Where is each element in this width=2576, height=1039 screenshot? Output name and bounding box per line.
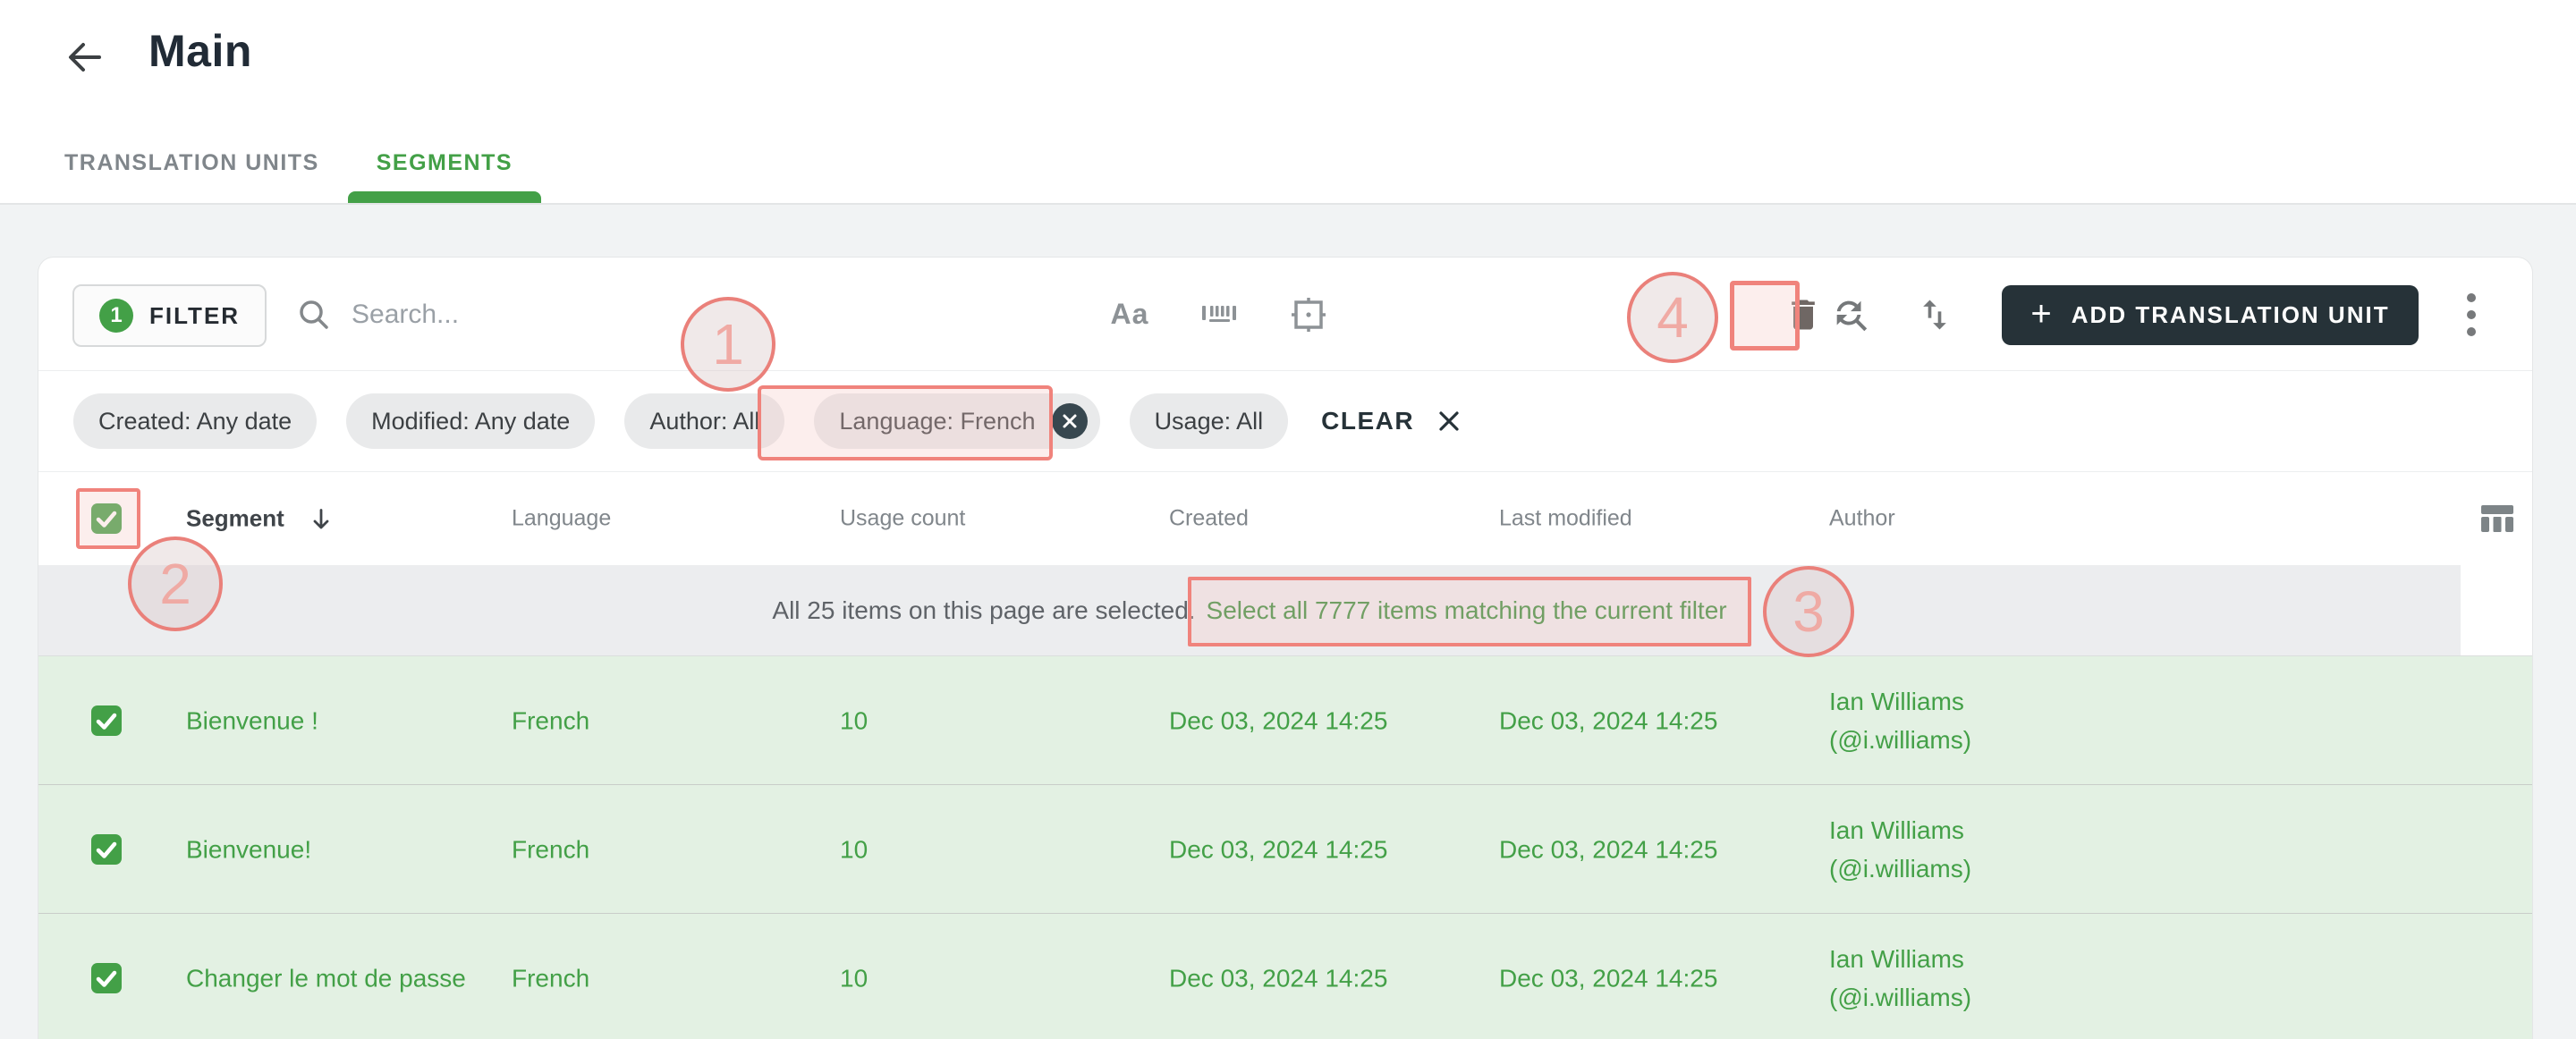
column-header-usage-count[interactable]: Usage count [840,506,965,532]
usage-count-cell: 10 [840,706,869,734]
whole-word-icon [1199,294,1240,335]
chip-remove-button[interactable] [1051,403,1088,439]
sort-desc-icon [308,505,335,532]
find-replace-icon [1830,294,1871,335]
filter-chip-usage[interactable]: Usage: All [1129,393,1289,449]
author-handle: (@i.williams) [1829,725,1972,754]
author-cell: Ian Williams (@i.williams) [1829,682,1971,759]
annotation-box-delete-button [1730,281,1800,351]
last-modified-cell: Dec 03, 2024 14:25 [1499,835,1718,863]
column-header-segment[interactable]: Segment [186,505,335,533]
table-row[interactable]: Bienvenue ! French 10 Dec 03, 2024 14:25… [38,655,2532,784]
author-cell: Ian Williams (@i.williams) [1829,940,1971,1017]
usage-count-cell: 10 [840,964,869,992]
plus-icon: + [2030,293,2052,334]
usage-count-cell: 10 [840,835,869,863]
arrow-left-icon [64,37,105,78]
kebab-icon [2467,292,2476,302]
toolbar: 1 FILTER Aa [38,258,2532,371]
tab-bar: TRANSLATION UNITS SEGMENTS [36,134,542,205]
column-header-author[interactable]: Author [1829,506,1895,532]
page-title: Main [148,26,252,76]
author-name: Ian Williams [1829,944,1964,973]
filter-button[interactable]: 1 FILTER [72,284,267,347]
column-header-created[interactable]: Created [1169,506,1249,532]
annotation-circle-1: 1 [681,297,775,392]
column-header-language[interactable]: Language [512,506,611,532]
author-name: Ian Williams [1829,815,1964,844]
last-modified-cell: Dec 03, 2024 14:25 [1499,706,1718,734]
row-checkbox[interactable] [91,962,122,993]
language-cell: French [512,706,590,734]
column-header-last-modified[interactable]: Last modified [1499,506,1632,532]
filter-chip-modified[interactable]: Modified: Any date [346,393,596,449]
search-icon [296,297,332,333]
table-row[interactable]: Changer le mot de passe French 10 Dec 03… [38,913,2532,1039]
last-modified-cell: Dec 03, 2024 14:25 [1499,964,1718,992]
checkmark-icon [96,713,117,730]
close-icon [1063,414,1077,428]
table-row[interactable]: Bienvenue! French 10 Dec 03, 2024 14:25 … [38,784,2532,913]
created-cell: Dec 03, 2024 14:25 [1169,964,1388,992]
selection-banner-text: All 25 items on this page are selected. [772,596,1196,624]
checkmark-icon [96,841,117,858]
match-case-icon: Aa [1110,298,1149,330]
author-name: Ian Williams [1829,687,1964,715]
created-cell: Dec 03, 2024 14:25 [1169,835,1388,863]
columns-icon [2477,498,2518,539]
language-cell: French [512,835,590,863]
author-handle: (@i.williams) [1829,854,1972,883]
row-checkbox[interactable] [91,833,122,865]
back-button[interactable] [59,32,109,82]
close-icon [1436,408,1462,435]
author-cell: Ian Williams (@i.williams) [1829,811,1971,888]
more-options-button[interactable] [2452,258,2491,371]
filter-chip-created[interactable]: Created: Any date [73,393,318,449]
match-case-toggle[interactable]: Aa [1108,293,1151,336]
annotation-box-select-all-link [1188,577,1751,646]
created-cell: Dec 03, 2024 14:25 [1169,706,1388,734]
sort-button[interactable] [1915,258,1954,371]
segment-cell: Changer le mot de passe [186,964,466,992]
language-cell: French [512,964,590,992]
column-settings-button[interactable] [2477,498,2518,539]
tab-segments[interactable]: SEGMENTS [347,134,542,205]
author-handle: (@i.williams) [1829,983,1972,1011]
checkmark-icon [96,970,117,987]
segment-cell: Bienvenue! [186,835,312,863]
tab-translation-units[interactable]: TRANSLATION UNITS [36,134,348,204]
annotation-circle-2: 2 [128,536,223,631]
segments-panel: 1 FILTER Aa [38,257,2533,1039]
table-header-row: Segment Language Usage count Created Las… [38,472,2532,565]
search-box [296,258,638,371]
search-mode-toggles: Aa [1108,258,1330,371]
annotation-box-language-chip [758,385,1053,460]
row-checkbox[interactable] [91,705,122,736]
filter-count-badge: 1 [99,299,133,333]
search-input[interactable] [352,299,638,330]
whole-word-toggle[interactable] [1198,293,1241,336]
annotation-circle-3: 3 [1763,566,1854,657]
add-translation-unit-button[interactable]: + ADD TRANSLATION UNIT [2002,285,2419,345]
active-filters-bar: Created: Any date Modified: Any date Aut… [38,371,2532,472]
clear-filters-button[interactable]: CLEAR [1321,407,1462,435]
segment-cell: Bienvenue ! [186,706,318,734]
find-replace-button[interactable] [1830,258,1871,371]
annotation-box-select-all-checkbox [76,488,140,549]
sort-arrows-icon [1915,295,1954,334]
exact-match-toggle[interactable] [1287,293,1330,336]
selection-frame-icon [1288,294,1329,335]
annotation-circle-4: 4 [1627,272,1718,363]
